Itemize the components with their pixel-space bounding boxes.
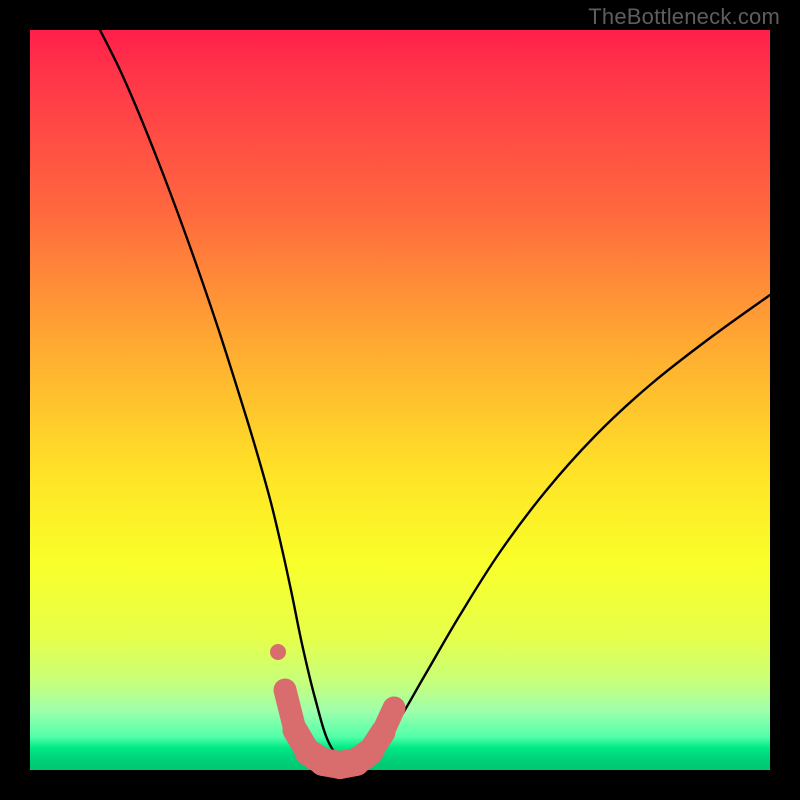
trough-marker bbox=[383, 697, 405, 719]
trough-marker-group bbox=[270, 644, 405, 779]
chart-area bbox=[30, 30, 770, 770]
trough-marker bbox=[283, 718, 307, 742]
trough-marker bbox=[274, 679, 296, 701]
bottleneck-curve-path bbox=[100, 30, 770, 765]
watermark-text: TheBottleneck.com bbox=[588, 4, 780, 30]
trough-marker bbox=[371, 720, 395, 744]
trough-marker-outlier bbox=[270, 644, 286, 660]
bottleneck-curve-svg bbox=[30, 30, 770, 770]
